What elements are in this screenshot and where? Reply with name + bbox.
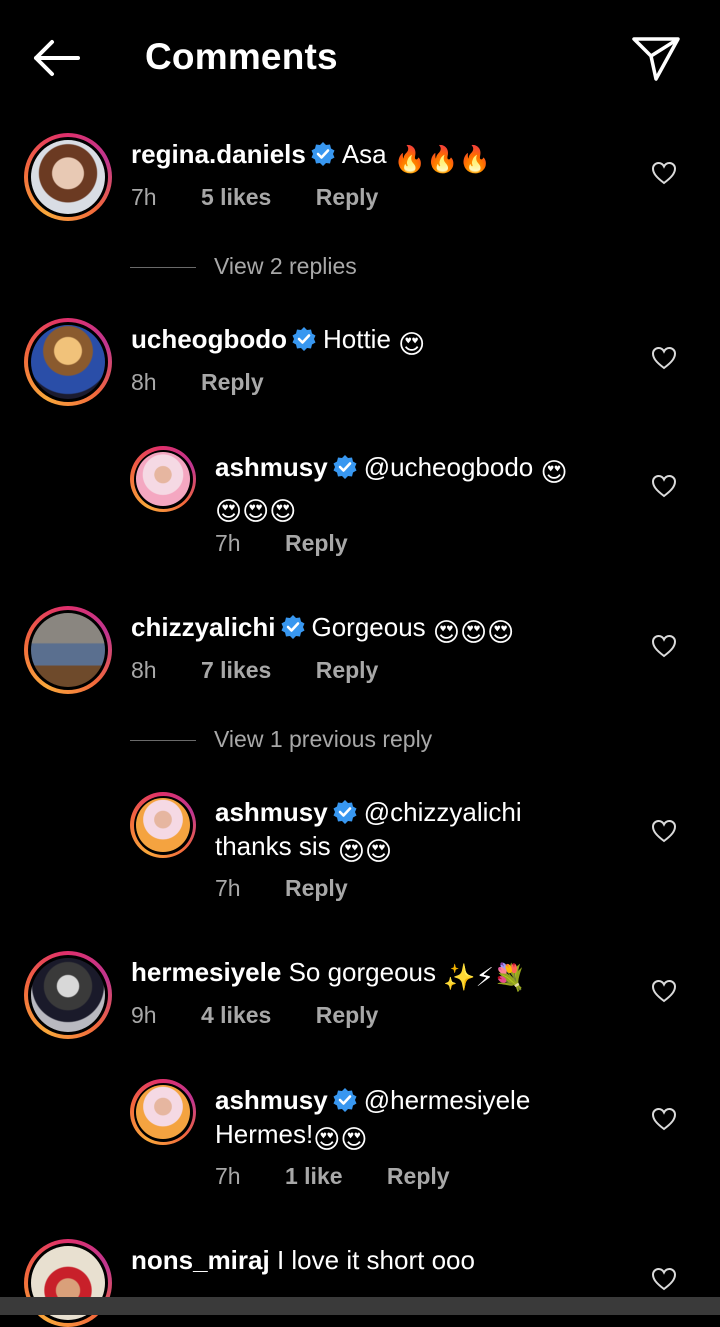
- comment-username[interactable]: regina.daniels: [131, 139, 306, 169]
- comment-time: 7h: [215, 530, 241, 556]
- verified-icon: [281, 615, 304, 639]
- comment-text: @chizzyalichi: [363, 797, 522, 827]
- comment-text: @ucheogbodo: [363, 452, 534, 482]
- reply-button[interactable]: Reply: [285, 530, 348, 557]
- share-button[interactable]: [630, 34, 682, 84]
- comment-time: 8h: [131, 657, 157, 683]
- comment-text: Hottie: [322, 324, 391, 354]
- comment-text: thanks sis: [215, 831, 331, 861]
- comment-text: @hermesiyele: [363, 1085, 531, 1115]
- avatar[interactable]: [24, 133, 112, 221]
- heart-icon[interactable]: [651, 819, 677, 843]
- heart-icon[interactable]: [651, 1267, 677, 1291]
- comment-emoji: 😍😍😍: [215, 496, 297, 526]
- avatar[interactable]: [24, 951, 112, 1039]
- reply-button[interactable]: Reply: [316, 1002, 379, 1029]
- header: Comments: [0, 0, 720, 115]
- comment-username[interactable]: chizzyalichi: [131, 612, 276, 642]
- view-replies-label: View 2 replies: [214, 253, 357, 279]
- likes-count[interactable]: 1 like: [285, 1163, 343, 1190]
- divider: [130, 740, 196, 742]
- likes-count[interactable]: 7 likes: [201, 657, 271, 684]
- verified-icon: [311, 142, 335, 166]
- verified-icon: [333, 1088, 357, 1112]
- avatar[interactable]: [130, 792, 196, 858]
- heart-icon[interactable]: [651, 1107, 677, 1131]
- divider: [130, 267, 196, 269]
- avatar[interactable]: [130, 1079, 196, 1145]
- verified-icon: [292, 327, 316, 351]
- comment-input-bar[interactable]: [0, 1297, 720, 1315]
- comment-time: 7h: [215, 875, 241, 901]
- heart-icon[interactable]: [651, 474, 677, 498]
- heart-icon[interactable]: [651, 161, 677, 185]
- verified-icon: [333, 800, 357, 824]
- comment-emoji: 😍😍: [313, 1124, 368, 1154]
- view-replies-label: View 1 previous reply: [214, 726, 433, 752]
- view-replies-button[interactable]: View 2 replies: [130, 253, 357, 280]
- comment-username[interactable]: ashmusy: [215, 1085, 328, 1115]
- heart-icon[interactable]: [651, 979, 677, 1003]
- comment-username[interactable]: ashmusy: [215, 452, 328, 482]
- view-replies-button[interactable]: View 1 previous reply: [130, 726, 432, 753]
- comment-time: 7h: [131, 184, 157, 210]
- verified-icon: [333, 455, 357, 479]
- reply-button[interactable]: Reply: [201, 369, 264, 396]
- comment-emoji: 😍: [540, 457, 568, 487]
- comment-emoji: 😍: [398, 329, 426, 359]
- back-arrow-icon: [34, 40, 80, 76]
- comment-text: Gorgeous: [311, 612, 426, 642]
- avatar[interactable]: [24, 606, 112, 694]
- comment-emoji: 🔥🔥🔥: [393, 144, 492, 174]
- comment-text: So gorgeous: [288, 957, 437, 987]
- back-button[interactable]: [30, 38, 82, 78]
- comment-time: 7h: [215, 1163, 241, 1189]
- comment-emoji: 😍😍😍: [432, 617, 515, 647]
- comment-emoji: ✨⚡💐: [443, 962, 527, 992]
- comment-username[interactable]: hermesiyele: [131, 957, 281, 987]
- avatar[interactable]: [24, 318, 112, 406]
- page-title: Comments: [145, 36, 338, 77]
- comment-text: Hermes!: [215, 1119, 314, 1149]
- reply-button[interactable]: Reply: [387, 1163, 450, 1190]
- heart-icon[interactable]: [651, 346, 677, 370]
- likes-count[interactable]: 5 likes: [201, 184, 271, 211]
- send-icon: [632, 37, 680, 81]
- avatar[interactable]: [130, 446, 196, 512]
- heart-icon[interactable]: [651, 634, 677, 658]
- reply-button[interactable]: Reply: [316, 184, 379, 211]
- comment-username[interactable]: nons_miraj: [131, 1245, 270, 1275]
- comment-text: Asa: [341, 139, 387, 169]
- reply-button[interactable]: Reply: [285, 875, 348, 902]
- comment-time: 8h: [131, 369, 157, 395]
- comment-time: 9h: [131, 1002, 157, 1028]
- likes-count[interactable]: 4 likes: [201, 1002, 271, 1029]
- reply-button[interactable]: Reply: [316, 657, 379, 684]
- comment-text: I love it short ooo: [276, 1245, 475, 1275]
- comment-username[interactable]: ucheogbodo: [131, 324, 287, 354]
- comment-username[interactable]: ashmusy: [215, 797, 328, 827]
- comment-emoji: 😍😍: [337, 836, 393, 866]
